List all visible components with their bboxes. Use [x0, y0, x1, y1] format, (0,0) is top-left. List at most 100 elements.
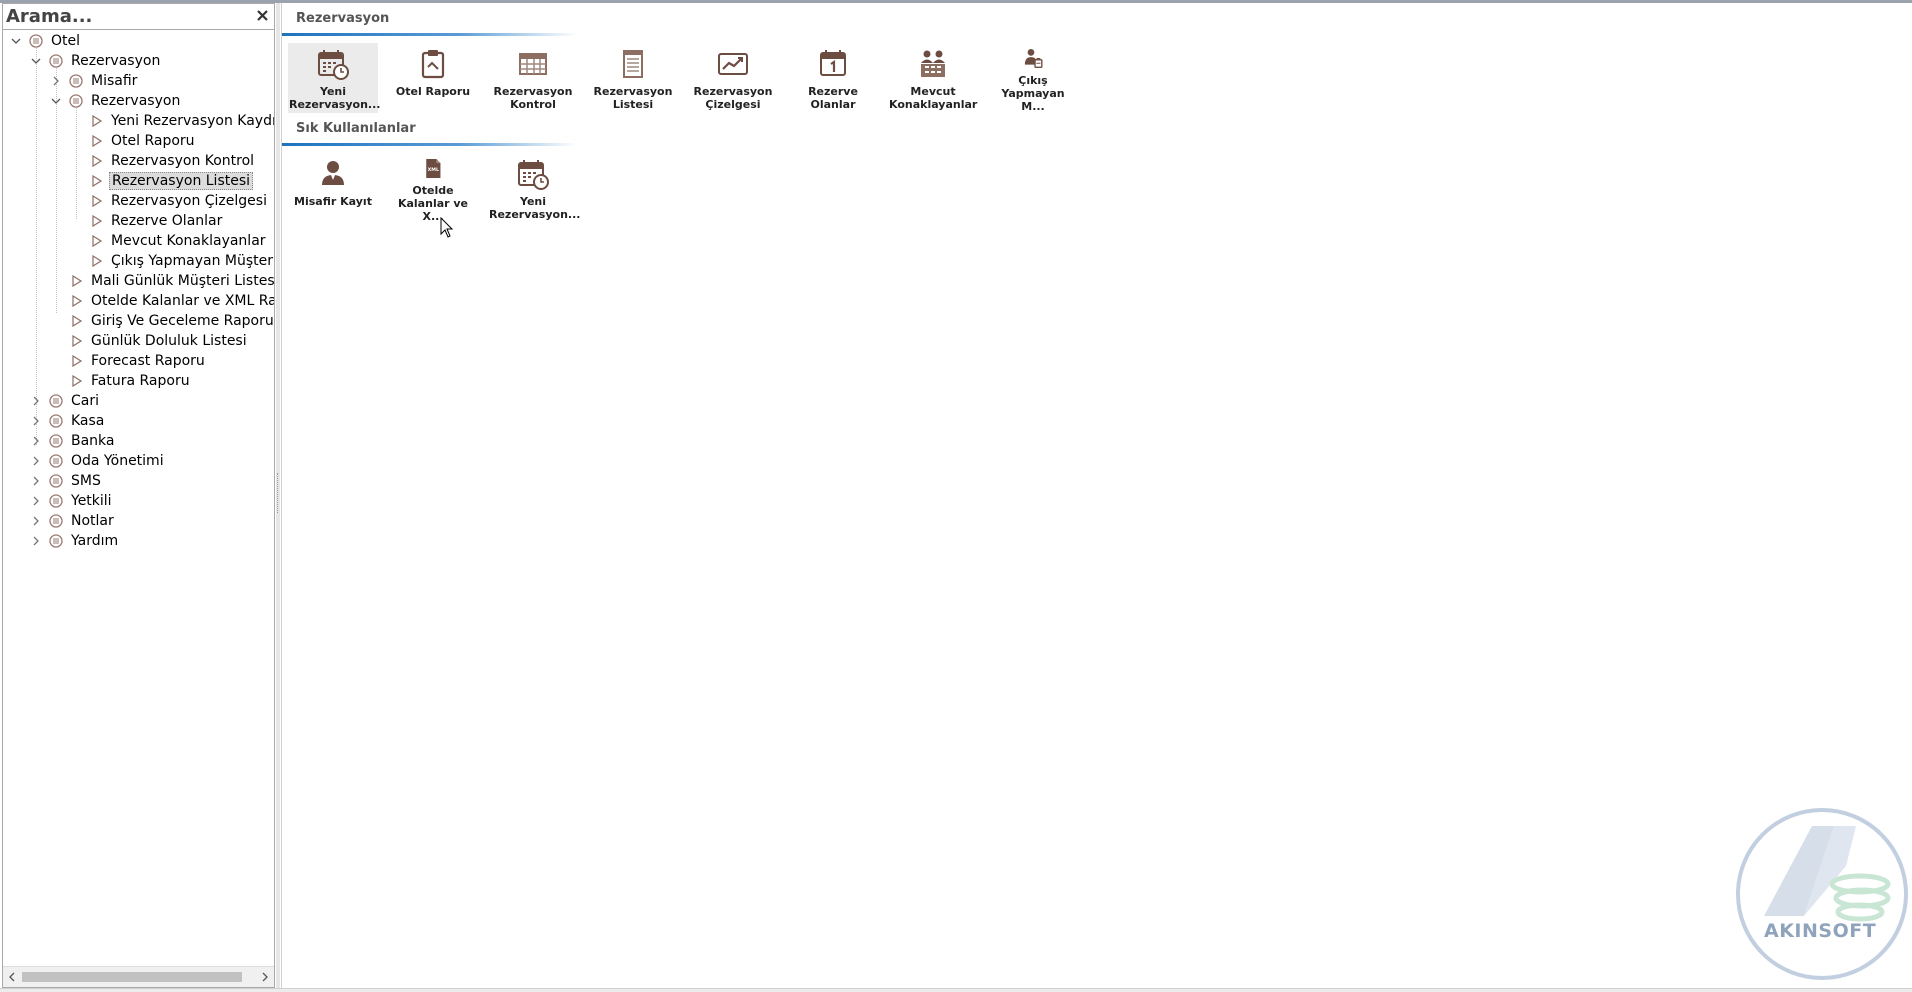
window-bottom-border	[0, 988, 1912, 992]
tile-rezervasyon-kontrol[interactable]: Rezervasyon Kontrol	[488, 43, 578, 113]
group-title-rezervasyon: Rezervasyon	[296, 11, 390, 26]
tile-label-line2: Listesi	[612, 98, 654, 111]
watermark-text: AKINSOFT	[1764, 920, 1877, 942]
tree-guide-line	[76, 99, 77, 219]
scroll-right-icon[interactable]	[256, 967, 274, 987]
tree-leaf-yeni-rezervasyon-kaydi[interactable]: Yeni Rezervasyon Kaydı	[83, 111, 274, 131]
tile-rezervasyon-cizelgesi[interactable]: Rezervasyon Çizelgesi	[688, 43, 778, 113]
tree-leaf-label: Günlük Doluluk Listesi	[91, 333, 247, 349]
tree-leaf-giris-ve-geceleme[interactable]: Giriş Ve Geceleme Raporu	[63, 311, 274, 331]
tree-node-label: SMS	[71, 473, 101, 489]
tree-node-label: Rezervasyon	[71, 53, 161, 69]
tile-mevcut-konaklayanlar[interactable]: Mevcut Konaklayanlar	[888, 43, 978, 113]
chevron-right-icon[interactable]	[29, 514, 43, 528]
chevron-right-icon[interactable]	[29, 494, 43, 508]
tree-leaf-forecast-raporu[interactable]: Forecast Raporu	[63, 351, 207, 371]
tree-leaf-rezervasyon-cizelgesi[interactable]: Rezervasyon Çizelgesi	[83, 191, 269, 211]
tree-node-otel[interactable]: Otel	[9, 31, 82, 51]
tree-node-oda-yonetimi[interactable]: Oda Yönetimi	[29, 451, 166, 471]
close-icon[interactable]	[254, 7, 271, 24]
tile-yeni-rezervasyon[interactable]: Yeni Rezervasyon...	[288, 43, 381, 113]
tree-leaf-gunluk-doluluk[interactable]: Günlük Doluluk Listesi	[63, 331, 249, 351]
tree-node-notlar[interactable]: Notlar	[29, 511, 116, 531]
tree-node-banka[interactable]: Banka	[29, 431, 117, 451]
tile-rezerve-olanlar[interactable]: Rezerve Olanlar	[788, 43, 878, 113]
tree-leaf-label: Rezervasyon Listesi	[109, 172, 254, 190]
tree-node-cari[interactable]: Cari	[29, 391, 101, 411]
tile-label: Otel Raporu	[389, 85, 477, 98]
tree-leaf-otel-raporu[interactable]: Otel Raporu	[83, 131, 197, 151]
chevron-right-icon[interactable]	[49, 74, 63, 88]
tile-label-line1: Rezerve	[808, 85, 858, 98]
tile-label: Rezervasyon Kontrol	[489, 85, 577, 111]
tile-rezervasyon-listesi[interactable]: Rezervasyon Listesi	[588, 43, 678, 113]
group-underline	[282, 33, 577, 36]
tile-label-line2: Rezervasyon...	[289, 98, 381, 111]
chevron-right-icon[interactable]	[29, 454, 43, 468]
search-input[interactable]	[6, 5, 246, 27]
group-underline	[282, 143, 577, 146]
chevron-right-icon[interactable]	[29, 414, 43, 428]
menu-circle-icon	[49, 54, 63, 68]
triangle-right-icon	[72, 375, 83, 387]
scroll-left-icon[interactable]	[3, 967, 21, 987]
tree-guide-line	[36, 45, 37, 445]
tree-leaf-mevcut-konaklayanlar[interactable]: Mevcut Konaklayanlar	[83, 231, 268, 251]
triangle-right-icon	[72, 355, 83, 367]
chevron-down-icon[interactable]	[49, 94, 63, 108]
tile-yeni-rezervasyon-fav[interactable]: Yeni Rezervasyon...	[488, 153, 580, 223]
triangle-right-icon	[92, 235, 103, 247]
search-bar	[3, 4, 274, 30]
tile-label-line1: Yeni	[319, 85, 347, 98]
list-icon	[623, 50, 643, 78]
tile-label: Rezervasyon Çizelgesi	[689, 85, 777, 111]
scrollbar-thumb[interactable]	[22, 972, 242, 982]
tile-label-line1: Rezervasyon	[693, 85, 773, 98]
tile-misafir-kayit[interactable]: Misafir Kayıt	[288, 153, 378, 223]
horizontal-scrollbar[interactable]	[3, 966, 274, 987]
tile-label-line2: Kontrol	[510, 98, 556, 111]
chevron-right-icon[interactable]	[29, 434, 43, 448]
tree-node-kasa[interactable]: Kasa	[29, 411, 106, 431]
tile-label: Rezervasyon Listesi	[589, 85, 677, 111]
panel-splitter[interactable]	[276, 3, 280, 988]
tree-leaf-cikis-yapmayan-musteriler[interactable]: Çıkış Yapmayan Müşteriler	[83, 251, 274, 271]
tree-node-rezervasyon[interactable]: Rezervasyon	[29, 51, 162, 71]
tree-leaf-rezervasyon-kontrol[interactable]: Rezervasyon Kontrol	[83, 151, 256, 171]
tree-node-misafir[interactable]: Misafir	[49, 71, 139, 91]
tree-node-sms[interactable]: SMS	[29, 471, 103, 491]
triangle-right-icon	[72, 275, 83, 287]
grid-calendar-icon	[519, 53, 547, 75]
chevron-right-icon[interactable]	[29, 534, 43, 548]
tree-leaf-rezervasyon-listesi[interactable]: Rezervasyon Listesi	[83, 171, 254, 191]
chevron-right-icon[interactable]	[29, 474, 43, 488]
triangle-right-icon	[92, 195, 103, 207]
tree-leaf-otelde-kalanlar-xml[interactable]: Otelde Kalanlar ve XML Raporu	[63, 291, 274, 311]
chevron-down-icon[interactable]	[29, 54, 43, 68]
tree-leaf-fatura-raporu[interactable]: Fatura Raporu	[63, 371, 192, 391]
tile-label-line2: Kalanlar ve X...	[397, 197, 469, 223]
tile-otel-raporu[interactable]: Otel Raporu	[388, 43, 478, 113]
tree-node-label: Kasa	[71, 413, 105, 429]
calendar-clock-icon	[518, 160, 549, 190]
tile-label-line1: Rezervasyon	[493, 85, 573, 98]
tree-node-rezervasyon-sub[interactable]: Rezervasyon	[49, 91, 182, 111]
calendar-clock-icon	[318, 50, 349, 80]
chevron-right-icon[interactable]	[29, 394, 43, 408]
menu-circle-icon	[49, 454, 63, 468]
tree-node-label: Yardım	[71, 533, 119, 549]
menu-circle-icon	[49, 494, 63, 508]
tree-leaf-label: Fatura Raporu	[91, 373, 190, 389]
tile-otelde-kalanlar-xml[interactable]: XML Otelde Kalanlar ve X...	[388, 153, 478, 223]
chevron-down-icon[interactable]	[9, 34, 23, 48]
tile-cikis-yapmayan[interactable]: Çıkış Yapmayan M...	[988, 43, 1078, 113]
tree-node-yardim[interactable]: Yardım	[29, 531, 120, 551]
tree-leaf-rezerve-olanlar[interactable]: Rezerve Olanlar	[83, 211, 224, 231]
tree-leaf-label: Forecast Raporu	[91, 353, 205, 369]
splitter-grip[interactable]	[277, 473, 280, 513]
tile-label-line2: Çizelgesi	[705, 98, 761, 111]
tree-node-yetkili[interactable]: Yetkili	[29, 491, 114, 511]
triangle-right-icon	[72, 335, 83, 347]
tree-leaf-mali-gunluk-musteri-listesi[interactable]: Mali Günlük Müşteri Listesi	[63, 271, 274, 291]
triangle-right-icon	[72, 315, 83, 327]
